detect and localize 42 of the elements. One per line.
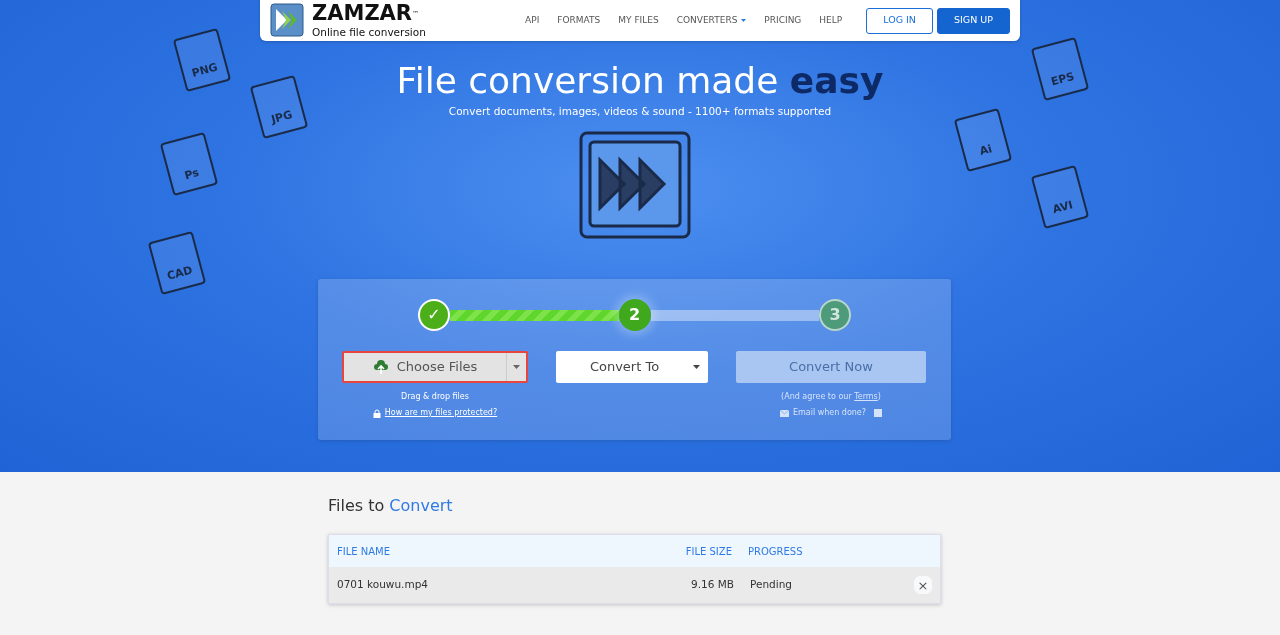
step-indicator: 2	[618, 299, 651, 331]
table-cell-text: 0701 kouwu.mp4	[337, 577, 429, 593]
file-doodle-icon: Ai	[953, 108, 1013, 173]
caret-icon	[741, 19, 747, 22]
logo-icon	[270, 3, 304, 38]
lock-icon	[372, 408, 381, 418]
nav-link[interactable]: HELP	[819, 13, 843, 28]
caret-icon	[513, 365, 520, 369]
table-cell-text: Pending	[749, 577, 793, 593]
file-doodle-icon: PNG	[173, 28, 232, 93]
hero-subtitle: Convert documents, images, videos & sound - 1100+ formats supported	[448, 104, 832, 120]
file-doodle-icon: EPS	[1030, 37, 1089, 102]
step-indicator: 3	[819, 299, 851, 331]
nav-link[interactable]: PRICING	[764, 13, 802, 28]
cloud-upload-icon	[372, 360, 389, 374]
table-cell-text: 9.16 MB	[690, 577, 734, 593]
email-label: Email when done?	[792, 407, 867, 419]
file-doodle-icon: CAD	[147, 230, 206, 296]
brand-name[interactable]: ZAMZAR	[312, 0, 413, 25]
nav-link[interactable]: MY FILES	[618, 13, 659, 28]
step-indicator: ✓	[418, 299, 450, 331]
dropdown-toggle-link[interactable]: CONVERTERS	[676, 13, 747, 28]
signup-button[interactable]: SIGN UP	[937, 7, 1010, 34]
column-header: FILE NAME	[337, 544, 392, 559]
tagline: Online file conversion	[312, 26, 426, 39]
terms-note: (And agree to our Terms)	[780, 391, 882, 403]
choose-files-button[interactable]: Choose Files	[342, 351, 528, 383]
caret-icon	[693, 365, 700, 369]
remove-button[interactable]: ×	[914, 576, 932, 594]
login-button[interactable]: LOG IN	[866, 7, 933, 34]
file-doodle-icon: JPG	[249, 75, 309, 140]
envelope-icon	[779, 409, 789, 417]
column-header: FILE SIZE	[684, 544, 732, 559]
column-header: PROGRESS	[747, 544, 804, 559]
nav-link[interactable]: API	[525, 13, 540, 28]
nav-link[interactable]: FORMATS	[557, 13, 601, 28]
hero-title: File conversion made easy	[396, 59, 884, 103]
convert-to-dropdown[interactable]: Convert To	[556, 351, 708, 383]
file-doodle-icon: Ps	[160, 131, 219, 196]
drag-drop-hint: Drag & drop files	[400, 391, 470, 403]
section-heading: Files to Convert	[328, 495, 454, 517]
file-doodle-icon: AVI	[1030, 164, 1089, 229]
